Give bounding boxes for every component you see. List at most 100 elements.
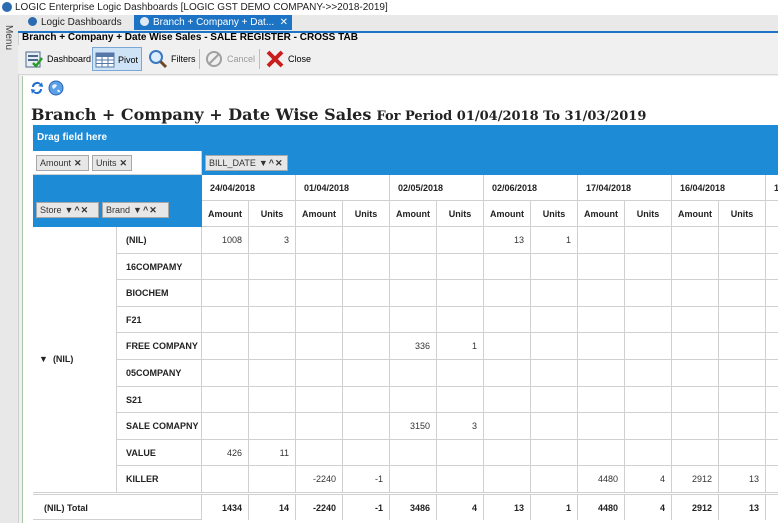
pivot-cell[interactable]: 3 bbox=[249, 227, 296, 254]
pivot-cell[interactable] bbox=[766, 439, 778, 467]
pivot-cell[interactable] bbox=[437, 227, 484, 254]
pivot-cell[interactable]: 1008 bbox=[202, 227, 249, 254]
pivot-cell[interactable] bbox=[343, 280, 390, 307]
brand-row-header[interactable]: SALE COMAPNY bbox=[117, 413, 202, 440]
pivot-cell[interactable] bbox=[390, 253, 437, 281]
pivot-cell[interactable] bbox=[672, 439, 719, 467]
pivot-cell[interactable] bbox=[202, 333, 249, 360]
pivot-cell[interactable] bbox=[672, 360, 719, 387]
pivot-cell[interactable] bbox=[202, 280, 249, 307]
brand-row-header[interactable]: 16COMPAMY bbox=[117, 253, 202, 281]
pivot-cell[interactable] bbox=[719, 360, 766, 387]
pivot-cell[interactable] bbox=[343, 360, 390, 387]
pivot-cell[interactable] bbox=[531, 360, 578, 387]
pivot-cell[interactable] bbox=[296, 227, 343, 254]
brand-row-header[interactable]: (NIL) bbox=[117, 227, 202, 254]
pivot-cell[interactable] bbox=[437, 439, 484, 467]
pivot-cell[interactable] bbox=[578, 253, 625, 281]
pivot-cell[interactable] bbox=[484, 280, 531, 307]
pivot-cell[interactable] bbox=[390, 360, 437, 387]
pivot-cell[interactable] bbox=[249, 413, 296, 440]
brand-row-header[interactable]: 05COMPANY bbox=[117, 360, 202, 387]
pivot-cell[interactable]: 4480 bbox=[578, 466, 625, 493]
pivot-cell[interactable] bbox=[296, 360, 343, 387]
menu-label[interactable]: Menu bbox=[3, 25, 14, 50]
brand-field-chip[interactable]: Brand ▼^✕ bbox=[102, 202, 169, 218]
date-column-header[interactable]: 24/04/2018 bbox=[202, 175, 296, 201]
brand-row-header[interactable]: KILLER bbox=[117, 466, 202, 493]
pivot-cell[interactable] bbox=[719, 386, 766, 414]
pivot-cell[interactable] bbox=[719, 280, 766, 307]
brand-row-header[interactable]: FREE COMPANY bbox=[117, 333, 202, 360]
row-field-area[interactable] bbox=[33, 175, 202, 227]
pivot-cell[interactable] bbox=[766, 227, 778, 254]
measure-column-header[interactable]: Amount bbox=[484, 201, 531, 227]
pivot-cell[interactable] bbox=[625, 413, 672, 440]
pivot-cell[interactable] bbox=[296, 306, 343, 334]
pivot-cell[interactable] bbox=[625, 280, 672, 307]
pivot-cell[interactable] bbox=[719, 306, 766, 334]
pivot-cell[interactable] bbox=[390, 227, 437, 254]
pivot-cell[interactable] bbox=[578, 413, 625, 440]
pivot-cell[interactable] bbox=[437, 360, 484, 387]
brand-row-header[interactable]: F21 bbox=[117, 306, 202, 334]
pivot-cell[interactable] bbox=[766, 413, 778, 440]
store-row-header[interactable]: ▼ (NIL) bbox=[33, 227, 117, 493]
pivot-cell[interactable] bbox=[578, 227, 625, 254]
pivot-cell[interactable] bbox=[625, 360, 672, 387]
cancel-button[interactable]: Cancel bbox=[202, 47, 258, 71]
close-button[interactable]: Close bbox=[263, 47, 315, 71]
pivot-cell[interactable] bbox=[672, 306, 719, 334]
pivot-cell[interactable]: -1 bbox=[343, 466, 390, 493]
pivot-cell[interactable] bbox=[672, 333, 719, 360]
pivot-cell[interactable] bbox=[484, 439, 531, 467]
pivot-cell[interactable]: 4 bbox=[625, 466, 672, 493]
pivot-cell[interactable] bbox=[625, 333, 672, 360]
pivot-cell[interactable] bbox=[672, 227, 719, 254]
pivot-cell[interactable] bbox=[202, 253, 249, 281]
pivot-cell[interactable] bbox=[437, 306, 484, 334]
pivot-button[interactable]: Pivot bbox=[92, 47, 142, 71]
globe-icon[interactable] bbox=[48, 80, 64, 96]
pivot-cell[interactable]: 336 bbox=[390, 333, 437, 360]
pivot-cell[interactable] bbox=[766, 386, 778, 414]
pivot-cell[interactable] bbox=[484, 306, 531, 334]
pivot-cell[interactable] bbox=[390, 439, 437, 467]
brand-row-header[interactable]: VALUE bbox=[117, 439, 202, 467]
store-field-chip[interactable]: Store ▼^✕ bbox=[36, 202, 99, 218]
filters-button[interactable]: Filters bbox=[146, 47, 198, 71]
filter-sort-remove-icons[interactable]: ▼^✕ bbox=[259, 158, 284, 168]
brand-row-header[interactable]: BIOCHEM bbox=[117, 280, 202, 307]
pivot-cell[interactable] bbox=[766, 466, 778, 493]
pivot-cell[interactable] bbox=[719, 439, 766, 467]
tab-branch-company-date[interactable]: Branch + Company + Dat... ✕ bbox=[134, 15, 292, 30]
pivot-cell[interactable]: 1 bbox=[437, 333, 484, 360]
pivot-cell[interactable] bbox=[578, 439, 625, 467]
pivot-cell[interactable] bbox=[249, 466, 296, 493]
pivot-cell[interactable] bbox=[766, 360, 778, 387]
pivot-cell[interactable] bbox=[390, 280, 437, 307]
pivot-cell[interactable] bbox=[296, 386, 343, 414]
pivot-cell[interactable]: 2912 bbox=[672, 466, 719, 493]
pivot-cell[interactable] bbox=[625, 439, 672, 467]
side-menu-strip[interactable]: Menu bbox=[0, 15, 19, 523]
pivot-cell[interactable] bbox=[672, 253, 719, 281]
pivot-cell[interactable] bbox=[249, 386, 296, 414]
pivot-cell[interactable] bbox=[202, 386, 249, 414]
pivot-cell[interactable] bbox=[625, 227, 672, 254]
pivot-cell[interactable] bbox=[296, 333, 343, 360]
pivot-cell[interactable] bbox=[625, 306, 672, 334]
dashboard-button[interactable]: Dashboard bbox=[22, 47, 91, 71]
pivot-cell[interactable] bbox=[625, 253, 672, 281]
pivot-cell[interactable] bbox=[249, 253, 296, 281]
pivot-cell[interactable]: 3 bbox=[437, 413, 484, 440]
date-column-header[interactable]: 16/04/2018 bbox=[672, 175, 766, 201]
pivot-cell[interactable] bbox=[296, 280, 343, 307]
pivot-cell[interactable] bbox=[531, 306, 578, 334]
pivot-cell[interactable] bbox=[249, 333, 296, 360]
units-field-chip[interactable]: Units ✕ bbox=[92, 155, 132, 171]
pivot-cell[interactable] bbox=[202, 413, 249, 440]
pivot-cell[interactable] bbox=[672, 386, 719, 414]
pivot-cell[interactable] bbox=[578, 333, 625, 360]
pivot-cell[interactable] bbox=[672, 280, 719, 307]
